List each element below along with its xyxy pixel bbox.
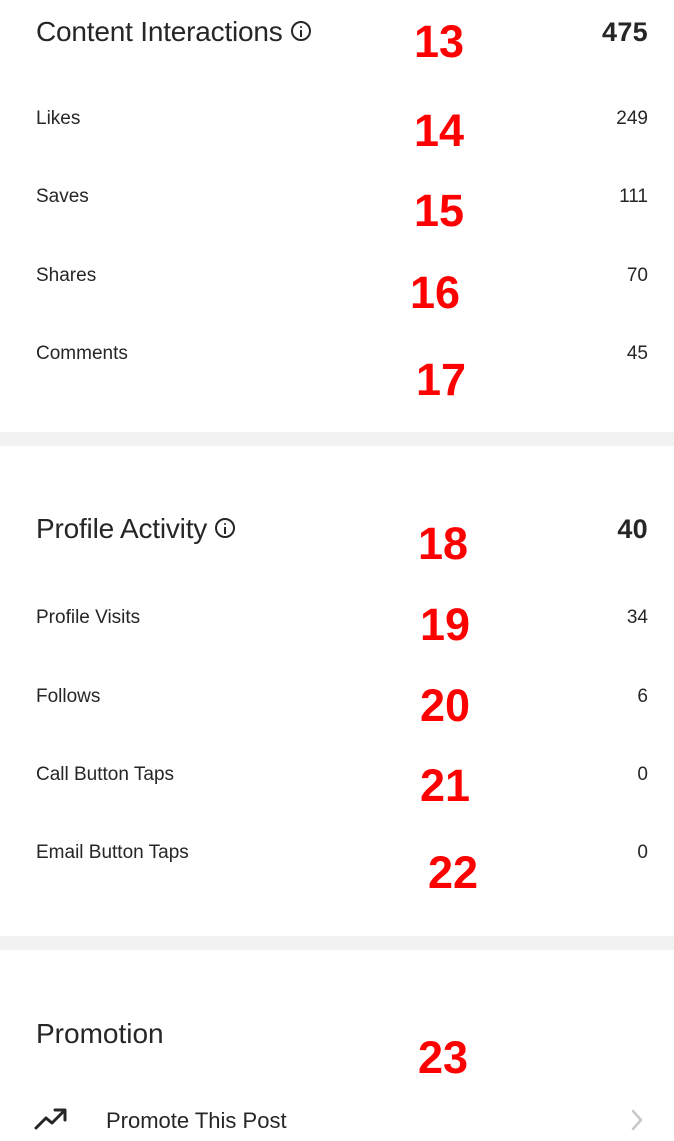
metric-label: Email Button Taps bbox=[36, 842, 189, 863]
metric-label: Shares bbox=[36, 265, 97, 286]
metric-label: Follows bbox=[36, 686, 101, 707]
annotation-label: 23 bbox=[418, 1032, 469, 1083]
metric-value: 34 bbox=[626, 607, 648, 628]
info-icon[interactable] bbox=[215, 517, 236, 538]
metric-value: 249 bbox=[616, 108, 648, 129]
profile-activity-title-text: Profile Activity bbox=[36, 513, 208, 544]
metric-row-saves: Saves 111 bbox=[0, 177, 674, 217]
metric-row-likes: Likes 249 bbox=[0, 99, 674, 139]
annotation-label: 16 bbox=[410, 267, 461, 318]
annotation-label: 22 bbox=[428, 847, 479, 898]
metric-value: 111 bbox=[619, 186, 648, 207]
metric-value: 0 bbox=[637, 764, 648, 785]
section-divider bbox=[0, 432, 674, 446]
metric-label: Call Button Taps bbox=[36, 764, 175, 785]
metric-label: Comments bbox=[36, 343, 128, 364]
metric-row-follows: Follows 6 bbox=[0, 677, 674, 717]
promote-this-post-button[interactable]: Promote This Post bbox=[0, 1104, 674, 1141]
metric-value: 0 bbox=[637, 842, 648, 863]
profile-activity-total: 40 bbox=[617, 514, 648, 544]
annotation-label: 20 bbox=[420, 680, 471, 731]
annotation-label: 14 bbox=[414, 105, 465, 156]
promotion-title: Promotion bbox=[36, 1018, 164, 1049]
annotation-label: 18 bbox=[418, 518, 469, 569]
profile-activity-title: Profile Activity bbox=[36, 509, 236, 549]
content-interactions-total: 475 bbox=[602, 17, 648, 47]
annotation-label: 21 bbox=[420, 760, 471, 811]
content-interactions-header: Content Interactions 475 bbox=[0, 12, 674, 52]
metric-row-shares: Shares 70 bbox=[0, 256, 674, 296]
metric-row-comments: Comments 45 bbox=[0, 334, 674, 374]
metric-value: 70 bbox=[626, 265, 648, 286]
metric-value: 6 bbox=[637, 686, 648, 707]
content-interactions-title: Content Interactions bbox=[36, 12, 311, 52]
metric-label: Likes bbox=[36, 108, 81, 129]
metric-row-email-button-taps: Email Button Taps 0 bbox=[0, 833, 674, 873]
annotation-label: 19 bbox=[420, 599, 471, 650]
annotation-label: 13 bbox=[414, 16, 465, 67]
section-divider bbox=[0, 936, 674, 950]
profile-activity-header: Profile Activity 40 bbox=[0, 509, 674, 549]
chevron-right-icon bbox=[631, 1109, 643, 1131]
metric-label: Saves bbox=[36, 186, 89, 207]
metric-label: Profile Visits bbox=[36, 607, 141, 628]
info-icon[interactable] bbox=[290, 20, 311, 41]
annotation-label: 15 bbox=[414, 185, 465, 236]
metric-row-call-button-taps: Call Button Taps 0 bbox=[0, 755, 674, 795]
annotation-label: 17 bbox=[416, 354, 467, 405]
metric-row-profile-visits: Profile Visits 34 bbox=[0, 598, 674, 638]
content-interactions-title-text: Content Interactions bbox=[36, 16, 283, 47]
promote-this-post-label: Promote This Post bbox=[106, 1108, 287, 1133]
trending-up-icon bbox=[34, 1108, 67, 1130]
metric-value: 45 bbox=[626, 343, 648, 364]
